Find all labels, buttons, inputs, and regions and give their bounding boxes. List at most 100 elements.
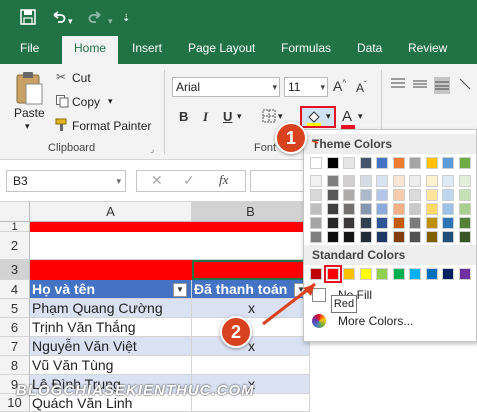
tab-insert[interactable]: Insert: [132, 36, 162, 64]
font-color-dropdown-icon[interactable]: ▾: [358, 111, 363, 122]
tab-file[interactable]: File: [20, 36, 39, 64]
color-swatch[interactable]: [326, 175, 339, 187]
header-cell-name[interactable]: Họ và tên ▼: [30, 280, 192, 299]
color-swatch[interactable]: [376, 175, 388, 187]
color-swatch[interactable]: [359, 217, 372, 229]
row-header[interactable]: 4: [0, 280, 30, 299]
paid-cell[interactable]: x: [192, 337, 310, 356]
color-swatch[interactable]: [409, 189, 421, 201]
color-swatch[interactable]: [310, 189, 322, 201]
color-swatch[interactable]: [409, 203, 421, 215]
name-cell[interactable]: Trịnh Văn Thắng: [30, 318, 192, 337]
color-swatch[interactable]: [458, 268, 471, 280]
color-swatch[interactable]: [442, 157, 454, 169]
filter-dropdown-icon[interactable]: ▼: [173, 283, 187, 297]
enter-icon[interactable]: ✓: [183, 172, 195, 189]
format-painter-icon[interactable]: [55, 118, 69, 135]
paste-dropdown-icon[interactable]: ▾: [25, 121, 30, 132]
borders-icon[interactable]: [262, 109, 276, 126]
row-header[interactable]: 5: [0, 299, 30, 318]
paid-cell[interactable]: [192, 356, 310, 375]
save-icon[interactable]: [20, 9, 36, 30]
color-swatch[interactable]: [425, 203, 438, 215]
color-swatch[interactable]: [442, 189, 454, 201]
underline-dropdown-icon[interactable]: ▾: [237, 111, 242, 122]
customize-qat-icon[interactable]: ⇣: [122, 10, 130, 28]
fill-color-button[interactable]: ▾: [300, 106, 336, 128]
row-header[interactable]: 3: [0, 260, 30, 280]
color-swatch[interactable]: [392, 217, 405, 229]
color-swatch[interactable]: [343, 231, 355, 243]
color-swatch[interactable]: [359, 203, 372, 215]
color-swatch[interactable]: [376, 203, 388, 215]
color-swatch[interactable]: [326, 203, 339, 215]
color-swatch[interactable]: [310, 231, 322, 243]
color-swatch[interactable]: [323, 265, 342, 283]
undo-dropdown-icon[interactable]: ▾: [68, 12, 73, 30]
color-swatch[interactable]: [376, 217, 388, 229]
name-cell[interactable]: Vũ Văn Tùng: [30, 356, 192, 375]
color-swatch[interactable]: [359, 157, 372, 169]
tab-home[interactable]: Home: [62, 36, 118, 64]
color-swatch[interactable]: [310, 175, 322, 187]
color-swatch[interactable]: [442, 268, 454, 280]
row-header[interactable]: 7: [0, 337, 30, 356]
copy-icon[interactable]: [56, 95, 69, 111]
copy-dropdown-icon[interactable]: ▾: [108, 96, 113, 107]
color-swatch[interactable]: [310, 217, 322, 229]
tab-review[interactable]: Review: [408, 36, 447, 64]
color-swatch[interactable]: [343, 203, 355, 215]
orientation-icon[interactable]: [458, 77, 472, 94]
color-swatch[interactable]: [425, 157, 438, 169]
align-middle-icon[interactable]: [412, 77, 428, 94]
name-box[interactable]: B3 ▾: [6, 170, 126, 192]
color-swatch[interactable]: [343, 175, 355, 187]
tab-page-layout[interactable]: Page Layout: [188, 36, 255, 64]
tab-data[interactable]: Data: [357, 36, 382, 64]
color-swatch[interactable]: [409, 217, 421, 229]
column-header-b[interactable]: B: [192, 202, 310, 222]
copy-button[interactable]: Copy: [72, 95, 100, 109]
color-swatch[interactable]: [343, 268, 355, 280]
font-name-select[interactable]: Arial ▾: [172, 77, 280, 97]
color-swatch[interactable]: [392, 231, 405, 243]
color-swatch[interactable]: [359, 189, 372, 201]
color-swatch[interactable]: [376, 268, 388, 280]
color-swatch[interactable]: [376, 231, 388, 243]
color-swatch[interactable]: [343, 217, 355, 229]
color-swatch[interactable]: [425, 231, 438, 243]
italic-button[interactable]: I: [203, 109, 208, 125]
color-swatch[interactable]: [392, 203, 405, 215]
color-swatch[interactable]: [359, 175, 372, 187]
color-swatch[interactable]: [458, 231, 471, 243]
paste-button[interactable]: Paste: [14, 106, 45, 120]
more-colors-item[interactable]: More Colors...: [304, 310, 476, 332]
underline-button[interactable]: U: [223, 109, 232, 124]
tab-formulas[interactable]: Formulas: [281, 36, 331, 64]
decrease-font-size-icon[interactable]: Aˇ: [356, 80, 367, 95]
color-swatch[interactable]: [409, 175, 421, 187]
row-header[interactable]: 2: [0, 232, 30, 260]
increase-font-size-icon[interactable]: A^: [333, 78, 346, 94]
color-swatch[interactable]: [326, 217, 339, 229]
color-swatch[interactable]: [326, 157, 339, 169]
row-header[interactable]: 6: [0, 318, 30, 337]
color-swatch[interactable]: [376, 189, 388, 201]
row-header[interactable]: 8: [0, 356, 30, 375]
undo-icon[interactable]: [50, 9, 66, 30]
name-cell[interactable]: Phạm Quang Cường: [30, 299, 192, 318]
color-swatch[interactable]: [409, 231, 421, 243]
font-size-select[interactable]: 11 ▾: [284, 77, 328, 97]
red-band-row-1[interactable]: [30, 222, 310, 232]
color-swatch[interactable]: [359, 231, 372, 243]
color-swatch[interactable]: [458, 203, 471, 215]
cut-button[interactable]: Cut: [72, 71, 91, 85]
color-swatch[interactable]: [392, 175, 405, 187]
color-swatch[interactable]: [359, 268, 372, 280]
formula-input[interactable]: [250, 170, 310, 192]
color-swatch[interactable]: [442, 231, 454, 243]
align-top-icon[interactable]: [390, 77, 406, 94]
color-swatch[interactable]: [392, 157, 405, 169]
color-swatch[interactable]: [409, 157, 421, 169]
cancel-icon[interactable]: ✕: [151, 172, 163, 189]
